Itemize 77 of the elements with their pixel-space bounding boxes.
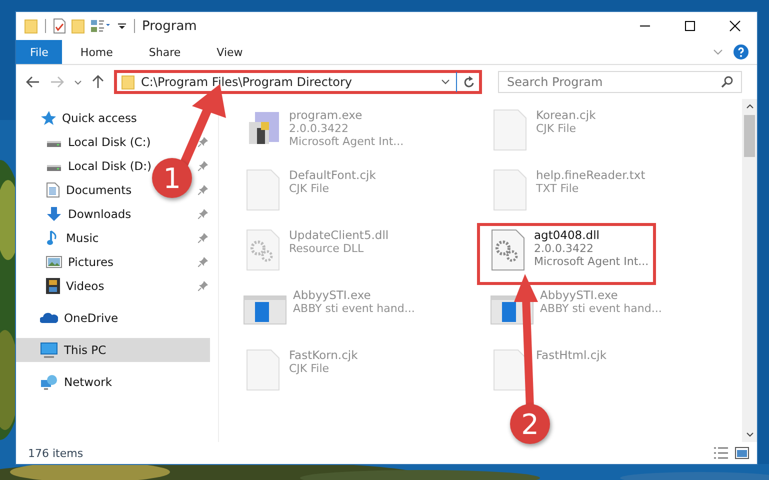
item-count: 176 items bbox=[28, 446, 84, 460]
file-name: AbbyySTI.exe bbox=[293, 288, 372, 302]
file-detail: CJK File bbox=[289, 182, 330, 195]
back-icon[interactable] bbox=[26, 76, 40, 88]
download-icon bbox=[46, 206, 62, 222]
file-name: UpdateClient5.dll bbox=[289, 228, 389, 242]
file-detail: 2.0.0.3422 bbox=[289, 122, 350, 135]
scrollbar[interactable] bbox=[742, 99, 757, 442]
pin-icon[interactable] bbox=[198, 281, 208, 291]
file-detail: Microsoft Agent Int... bbox=[534, 255, 649, 268]
ribbon-tab[interactable]: Home bbox=[62, 40, 131, 64]
file-name: FastKorn.cjk bbox=[289, 348, 358, 362]
cloud-icon bbox=[40, 312, 58, 324]
pictures-icon bbox=[46, 255, 62, 269]
file-detail: CJK File bbox=[536, 122, 578, 135]
close-icon bbox=[728, 20, 740, 32]
address-field[interactable]: C:\Program Files\Program Directory bbox=[114, 70, 482, 94]
recent-locations-icon[interactable] bbox=[74, 80, 82, 84]
sidebar-item[interactable]: Network bbox=[16, 370, 218, 394]
pin-icon[interactable] bbox=[198, 209, 208, 219]
file-detail: 2.0.0.3422 bbox=[534, 242, 594, 255]
properties-icon[interactable] bbox=[53, 18, 66, 34]
star-icon bbox=[40, 110, 56, 126]
sidebar-item[interactable]: Videos bbox=[46, 278, 104, 294]
search-field[interactable]: Search Program bbox=[498, 71, 742, 93]
sidebar-item[interactable]: OneDrive bbox=[16, 306, 218, 330]
view-options-icon[interactable] bbox=[90, 19, 112, 33]
file-name: help.fineReader.txt bbox=[536, 168, 646, 182]
file-name: DefaultFont.cjk bbox=[289, 168, 376, 182]
address-path: C:\Program Files\Program Directory bbox=[141, 75, 354, 89]
maximize-icon bbox=[684, 20, 696, 32]
scroll-thumb[interactable] bbox=[744, 115, 755, 157]
file-detail: Resource DLL bbox=[289, 242, 365, 255]
ribbon-tab[interactable]: View bbox=[198, 40, 261, 64]
pin-icon[interactable] bbox=[198, 185, 208, 195]
sidebar-item[interactable]: Local Disk (C:) bbox=[46, 135, 151, 149]
large-icons-view-icon[interactable] bbox=[735, 447, 749, 459]
file-name: agt0408.dll bbox=[534, 228, 600, 242]
file-detail: TXT File bbox=[536, 182, 580, 195]
pin-icon[interactable] bbox=[198, 233, 208, 243]
sidebar-item[interactable]: Downloads bbox=[46, 206, 132, 222]
sidebar-item[interactable]: This PC bbox=[16, 338, 210, 362]
file-name: FastHtml.cjk bbox=[536, 348, 606, 362]
sidebar-item[interactable]: Local Disk (D:) bbox=[46, 159, 152, 173]
pin-icon[interactable] bbox=[198, 257, 208, 267]
file-detail: ABBY sti event hand... bbox=[293, 302, 415, 315]
network-icon bbox=[40, 374, 58, 390]
up-icon[interactable] bbox=[92, 75, 104, 89]
file-name: Korean.cjk bbox=[536, 108, 596, 122]
window-title: Program bbox=[142, 18, 197, 34]
sidebar-item[interactable]: Pictures bbox=[46, 255, 114, 269]
file-item[interactable]: agt0408.dll 2.0.0.3422 Microsoft Agent Int... bbox=[478, 224, 655, 284]
refresh-icon[interactable] bbox=[463, 76, 475, 88]
pin-icon[interactable] bbox=[198, 161, 208, 171]
scroll-down-icon[interactable] bbox=[746, 432, 754, 437]
file-name: AbbyySTI.exe bbox=[540, 288, 619, 302]
sidebar-item[interactable]: Documents bbox=[46, 182, 132, 198]
film-icon bbox=[46, 278, 60, 294]
file-name: program.exe bbox=[289, 108, 364, 122]
expand-ribbon-icon[interactable] bbox=[713, 49, 723, 55]
details-view-icon[interactable] bbox=[713, 447, 729, 459]
ribbon-tab[interactable]: File bbox=[16, 40, 62, 64]
help-icon[interactable] bbox=[733, 44, 749, 60]
folder-icon bbox=[121, 74, 135, 90]
file-detail: ABBY sti event hand... bbox=[540, 302, 662, 315]
file-detail: Microsoft Agent Int... bbox=[289, 135, 404, 148]
pin-icon[interactable] bbox=[198, 137, 208, 147]
customize-icon[interactable] bbox=[117, 21, 127, 31]
document-icon bbox=[46, 182, 60, 198]
search-icon[interactable] bbox=[721, 76, 733, 88]
dropdown-icon[interactable] bbox=[441, 79, 450, 85]
file-detail: CJK File bbox=[289, 362, 330, 375]
scroll-up-icon[interactable] bbox=[746, 104, 754, 109]
ribbon-tab[interactable]: Share bbox=[130, 40, 199, 64]
sidebar-item[interactable]: Quick access bbox=[16, 106, 218, 130]
sidebar-item[interactable]: Music bbox=[46, 230, 99, 246]
computer-icon bbox=[40, 342, 58, 358]
